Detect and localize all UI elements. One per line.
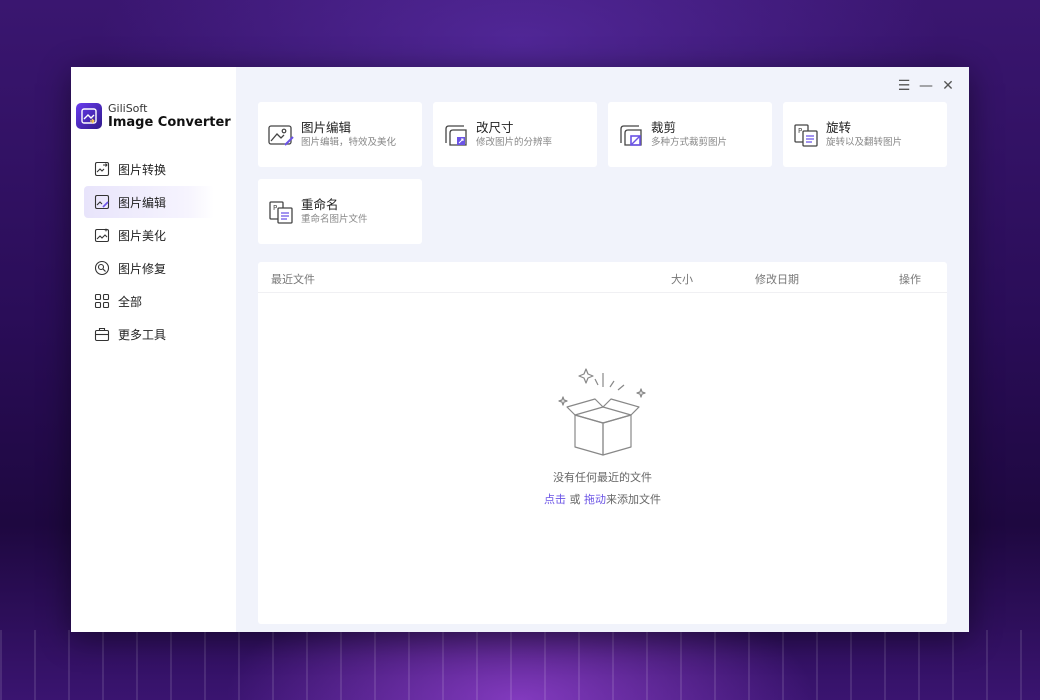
sidebar-item-image-convert[interactable]: 图片转换	[84, 153, 214, 185]
sidebar-item-label: 图片转换	[118, 162, 167, 177]
toolbox-icon	[94, 327, 110, 342]
sidebar-item-label: 全部	[118, 294, 143, 309]
click-add-link[interactable]: 点击	[544, 493, 566, 506]
minimize-icon[interactable]: —	[915, 77, 937, 95]
tool-card-title: 重命名	[301, 196, 339, 212]
column-header-name: 最近文件	[271, 273, 315, 286]
tool-card-title: 改尺寸	[476, 119, 514, 135]
brand-name-small: GiliSoft	[108, 102, 148, 115]
crop-icon	[620, 124, 642, 146]
grid-icon	[94, 293, 110, 309]
rename-icon: P	[269, 200, 293, 224]
sidebar-item-image-edit[interactable]: 图片编辑	[84, 186, 214, 218]
svg-text:P: P	[798, 127, 802, 135]
tool-card-title: 图片编辑	[301, 119, 352, 135]
recent-files-panel: 最近文件 大小 修改日期 操作 没有任何最近的文件 点击 或 拖动来添加文件	[258, 262, 947, 624]
main-content: ☰ — ✕ 图片编辑 图片编辑，特效及美化 改尺寸 修改图片的分辨率 裁剪 多种…	[236, 67, 969, 632]
brand: GiliSoft Image Converter	[76, 102, 231, 130]
tool-card-desc: 修改图片的分辨率	[476, 136, 553, 148]
sidebar-nav: 图片转换 图片编辑 图片美化 图片修复 全部 更多工具	[84, 153, 214, 351]
menu-icon[interactable]: ☰	[893, 77, 915, 95]
tool-card-desc: 多种方式裁剪图片	[651, 136, 728, 148]
image-convert-icon	[94, 161, 110, 177]
close-icon[interactable]: ✕	[937, 77, 959, 95]
empty-box-icon	[557, 368, 646, 456]
empty-hint-suffix: 来添加文件	[606, 493, 661, 506]
sidebar-item-more-tools[interactable]: 更多工具	[84, 318, 214, 350]
column-header-action: 操作	[899, 273, 921, 286]
app-logo-icon	[76, 103, 102, 129]
rotate-icon: P	[794, 123, 818, 147]
sidebar-item-label: 图片编辑	[118, 195, 167, 210]
tool-card-image-edit[interactable]: 图片编辑 图片编辑，特效及美化	[258, 102, 422, 167]
tool-card-rename[interactable]: P 重命名 重命名图片文件	[258, 179, 422, 244]
sidebar-item-label: 图片美化	[118, 228, 167, 243]
tool-card-desc: 旋转以及翻转图片	[826, 136, 903, 148]
column-header-date: 修改日期	[755, 273, 799, 286]
tool-card-title: 旋转	[826, 119, 852, 135]
desktop-background-lines	[0, 630, 1040, 700]
tool-card-crop[interactable]: 裁剪 多种方式裁剪图片	[608, 102, 772, 167]
tool-card-desc: 重命名图片文件	[301, 213, 368, 225]
sidebar-item-label: 更多工具	[118, 327, 167, 342]
sidebar: GiliSoft Image Converter 图片转换 图片编辑 图片美化 …	[71, 67, 236, 632]
window-controls: ☰ — ✕	[893, 77, 959, 95]
image-beautify-icon	[94, 228, 110, 243]
image-edit-icon	[94, 194, 110, 210]
tool-card-title: 裁剪	[651, 119, 677, 135]
resize-icon	[445, 124, 467, 146]
column-header-size: 大小	[671, 273, 693, 286]
image-repair-icon	[94, 260, 110, 276]
empty-state: 没有任何最近的文件 点击 或 拖动来添加文件	[258, 367, 947, 507]
empty-hint-or: 或	[569, 493, 581, 506]
drag-add-link[interactable]: 拖动	[584, 493, 606, 506]
tool-card-rotate[interactable]: P 旋转 旋转以及翻转图片	[783, 102, 947, 167]
image-edit-icon	[268, 124, 294, 146]
empty-hint: 点击 或 拖动来添加文件	[258, 491, 947, 507]
sidebar-item-image-repair[interactable]: 图片修复	[84, 252, 214, 284]
sidebar-item-label: 图片修复	[118, 261, 167, 276]
tool-card-resize[interactable]: 改尺寸 修改图片的分辨率	[433, 102, 597, 167]
brand-name-big: Image Converter	[108, 115, 231, 130]
app-window: GiliSoft Image Converter 图片转换 图片编辑 图片美化 …	[71, 67, 969, 632]
recent-files-header: 最近文件 大小 修改日期 操作	[258, 262, 947, 293]
tool-card-desc: 图片编辑，特效及美化	[301, 136, 397, 148]
empty-message: 没有任何最近的文件	[553, 471, 652, 484]
sidebar-item-all[interactable]: 全部	[84, 285, 214, 317]
svg-text:P: P	[273, 204, 277, 212]
sidebar-item-image-beautify[interactable]: 图片美化	[84, 219, 214, 251]
